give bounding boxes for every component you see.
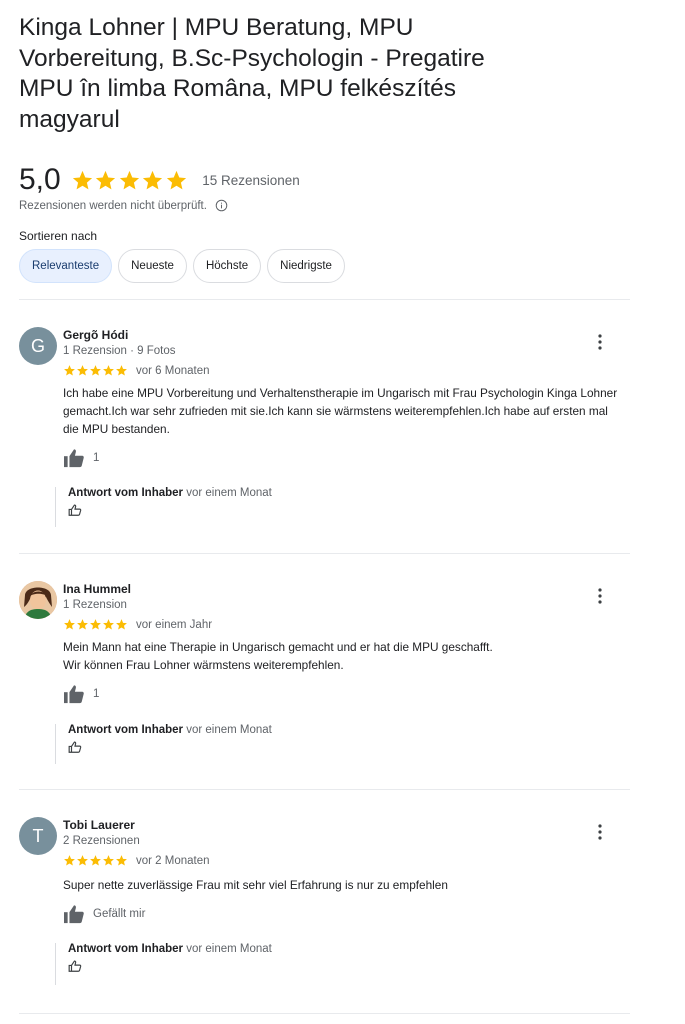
more-vert-icon[interactable] bbox=[598, 588, 602, 604]
review-time: vor 2 Monaten bbox=[136, 854, 210, 867]
sort-chip-relevant[interactable]: Relevanteste bbox=[19, 249, 113, 283]
star-icon bbox=[143, 170, 163, 189]
review-stars bbox=[63, 364, 128, 377]
star-icon bbox=[116, 855, 127, 866]
disclaimer-text: Rezensionen werden nicht überprüft. bbox=[19, 199, 207, 212]
star-icon bbox=[72, 170, 92, 189]
divider bbox=[19, 1013, 630, 1014]
review-rating-line: vor 2 Monaten bbox=[63, 854, 210, 867]
review-time: vor 6 Monaten bbox=[136, 364, 210, 377]
owner-response-header: Antwort vom Inhaber vor einem Monat bbox=[68, 943, 615, 955]
sort-chip-highest[interactable]: Höchste bbox=[192, 249, 262, 283]
reviewer-meta: 1 Rezension bbox=[63, 599, 127, 611]
reviewer-name[interactable]: Tobi Lauerer bbox=[63, 818, 135, 832]
owner-time: vor einem Monat bbox=[186, 724, 272, 736]
thumb-up-icon bbox=[64, 449, 84, 468]
review-text-line: Mein Mann hat eine Therapie in Ungarisch… bbox=[63, 640, 493, 654]
star-icon bbox=[64, 365, 75, 376]
star-icon bbox=[116, 365, 127, 376]
avatar[interactable]: G bbox=[19, 327, 57, 365]
rating-value: 5,0 bbox=[19, 163, 61, 196]
star-icon bbox=[64, 619, 75, 630]
review-stars bbox=[63, 618, 128, 631]
review-text: Mein Mann hat eine Therapie in Ungarisch… bbox=[63, 638, 623, 674]
owner-time: vor einem Monat bbox=[186, 487, 272, 499]
owner-response: Antwort vom Inhaber vor einem Monat bbox=[55, 487, 615, 527]
like-label: Gefällt mir bbox=[93, 908, 146, 920]
review-time: vor einem Jahr bbox=[136, 618, 213, 631]
reviewer-meta: 2 Rezensionen bbox=[63, 835, 140, 847]
reviewer-meta: 1 Rezension · 9 Fotos bbox=[63, 345, 176, 357]
thumb-up-outline-icon[interactable] bbox=[68, 959, 82, 973]
review-text: Ich habe eine MPU Vorbereitung und Verha… bbox=[63, 386, 618, 436]
star-icon bbox=[90, 855, 101, 866]
rating-stars bbox=[71, 169, 189, 192]
sort-chips: Relevanteste Neueste Höchste Niedrigste bbox=[19, 249, 351, 283]
avatar-photo bbox=[19, 581, 57, 619]
divider bbox=[19, 553, 630, 554]
owner-response: Antwort vom Inhaber vor einem Monat bbox=[55, 724, 615, 764]
star-icon bbox=[103, 365, 114, 376]
star-icon bbox=[77, 619, 88, 630]
thumb-up-outline-icon[interactable] bbox=[68, 503, 82, 517]
thumb-up-outline-icon[interactable] bbox=[68, 740, 82, 754]
owner-time: vor einem Monat bbox=[186, 943, 272, 955]
sort-label: Sortieren nach bbox=[19, 229, 98, 243]
review-rating-line: vor 6 Monaten bbox=[63, 364, 210, 377]
disclaimer: Rezensionen werden nicht überprüft. bbox=[19, 199, 228, 212]
star-icon bbox=[103, 619, 114, 630]
star-icon bbox=[166, 170, 186, 189]
owner-label: Antwort vom Inhaber bbox=[68, 487, 184, 499]
sort-chip-lowest[interactable]: Niedrigste bbox=[267, 249, 345, 283]
avatar[interactable]: T bbox=[19, 817, 57, 855]
divider bbox=[19, 299, 630, 300]
reviewer-name[interactable]: Gergõ Hódi bbox=[63, 328, 128, 342]
page-title: Kinga Lohner | MPU Beratung, MPU Vorbere… bbox=[19, 14, 485, 133]
avatar[interactable] bbox=[19, 581, 57, 619]
like-button[interactable]: 1 bbox=[63, 684, 99, 704]
star-icon bbox=[77, 365, 88, 376]
like-count: 1 bbox=[93, 452, 100, 464]
divider bbox=[19, 789, 630, 790]
thumb-up-icon bbox=[64, 685, 84, 704]
review-stars bbox=[63, 854, 128, 867]
sort-chip-newest[interactable]: Neueste bbox=[118, 249, 187, 283]
review-rating-line: vor einem Jahr bbox=[63, 618, 212, 631]
star-icon bbox=[64, 855, 75, 866]
owner-label: Antwort vom Inhaber bbox=[68, 943, 184, 955]
star-icon bbox=[90, 365, 101, 376]
like-button[interactable]: 1 bbox=[63, 448, 99, 468]
more-vert-icon[interactable] bbox=[598, 824, 602, 840]
thumb-up-icon bbox=[64, 905, 84, 924]
review-text-line: Wir können Frau Lohner wärmstens weitere… bbox=[63, 658, 344, 672]
review-text: Super nette zuverlässige Frau mit sehr v… bbox=[63, 878, 448, 892]
star-icon bbox=[96, 170, 116, 189]
star-icon bbox=[116, 619, 127, 630]
like-button[interactable]: Gefällt mir bbox=[63, 904, 145, 924]
more-vert-icon[interactable] bbox=[598, 334, 602, 350]
rating-summary: 5,0 15 Rezensionen bbox=[19, 163, 300, 197]
star-icon bbox=[119, 170, 139, 189]
star-icon bbox=[103, 855, 114, 866]
info-icon[interactable] bbox=[215, 199, 228, 212]
owner-response-header: Antwort vom Inhaber vor einem Monat bbox=[68, 724, 615, 736]
owner-response-header: Antwort vom Inhaber vor einem Monat bbox=[68, 487, 615, 499]
like-count: 1 bbox=[93, 688, 100, 700]
owner-response: Antwort vom Inhaber vor einem Monat bbox=[55, 943, 615, 985]
owner-label: Antwort vom Inhaber bbox=[68, 724, 184, 736]
reviewer-name[interactable]: Ina Hummel bbox=[63, 582, 131, 596]
review-count[interactable]: 15 Rezensionen bbox=[202, 173, 300, 188]
star-icon bbox=[90, 619, 101, 630]
star-icon bbox=[77, 855, 88, 866]
